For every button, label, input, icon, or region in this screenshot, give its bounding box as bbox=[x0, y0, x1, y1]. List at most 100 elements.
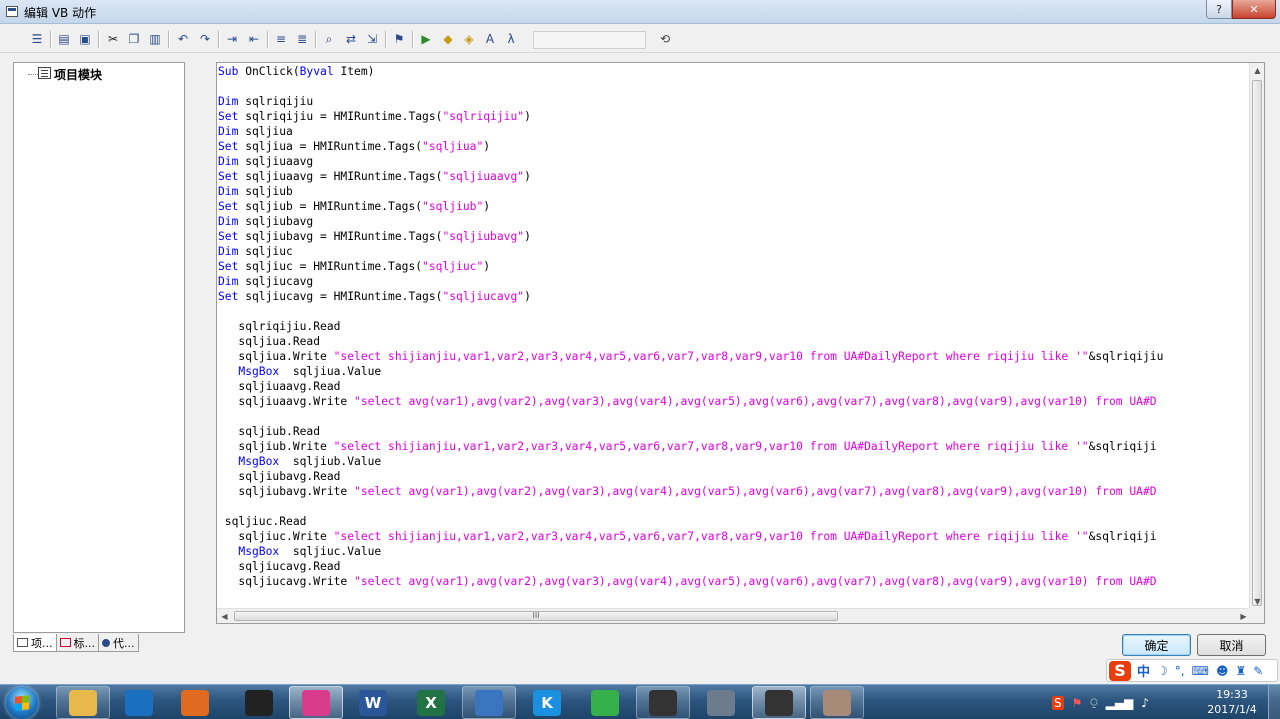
package-icon[interactable]: ◈ bbox=[460, 30, 478, 48]
code-line[interactable]: Sub OnClick(Byval Item) bbox=[218, 64, 1251, 79]
code-line[interactable]: Set sqljiub = HMIRuntime.Tags("sqljiub") bbox=[218, 199, 1251, 214]
tab-code[interactable]: 代... bbox=[99, 634, 139, 652]
code-line[interactable]: sqljiuc.Read bbox=[218, 514, 1251, 529]
code-line[interactable]: sqljiubavg.Write "select avg(var1),avg(v… bbox=[218, 484, 1251, 499]
code-line[interactable]: Set sqljiuc = HMIRuntime.Tags("sqljiuc") bbox=[218, 259, 1251, 274]
paste-icon[interactable]: ▥ bbox=[146, 30, 164, 48]
taskbar-app-wincc-2[interactable] bbox=[752, 686, 806, 719]
tab-tags[interactable]: 标... bbox=[56, 634, 99, 652]
taskbar-app-app-ring[interactable] bbox=[168, 686, 222, 719]
taskbar-app-app-plane[interactable] bbox=[694, 686, 748, 719]
code-line[interactable]: Dim sqljiua bbox=[218, 124, 1251, 139]
code-line[interactable]: Set sqljiuaavg = HMIRuntime.Tags("sqljiu… bbox=[218, 169, 1251, 184]
taskbar-app-kugou[interactable]: K bbox=[520, 686, 574, 719]
punctuation-icon[interactable]: °, bbox=[1175, 664, 1185, 678]
code-line[interactable]: Dim sqljiuc bbox=[218, 244, 1251, 259]
uncomment-icon[interactable]: ≣ bbox=[293, 30, 311, 48]
taskbar-app-word[interactable]: W bbox=[346, 686, 400, 719]
code-line[interactable]: sqljiuaavg.Write "select avg(var1),avg(v… bbox=[218, 394, 1251, 409]
user-icon[interactable]: ☻ bbox=[1216, 664, 1229, 678]
code-line[interactable] bbox=[218, 79, 1251, 94]
horizontal-scroll-thumb[interactable]: III bbox=[234, 611, 838, 621]
replace-icon[interactable]: ⇄ bbox=[342, 30, 360, 48]
indent-icon[interactable]: ☰ bbox=[28, 30, 46, 48]
decrease-indent-icon[interactable]: ⇤ bbox=[245, 30, 263, 48]
tab-project[interactable]: 项... bbox=[13, 634, 57, 652]
find-icon[interactable]: ⌕ bbox=[320, 30, 338, 48]
code-line[interactable]: sqljiub.Write "select shijianjiu,var1,va… bbox=[218, 439, 1251, 454]
taskbar-app-photo[interactable] bbox=[810, 686, 864, 719]
taskbar-app-app-refresh[interactable] bbox=[578, 686, 632, 719]
help-button[interactable]: ? bbox=[1206, 0, 1232, 19]
code-editor[interactable]: Sub OnClick(Byval Item) Dim sqlriqijiu Se… bbox=[216, 62, 1265, 624]
ok-button[interactable]: 确定 bbox=[1122, 634, 1191, 656]
code-line[interactable] bbox=[218, 304, 1251, 319]
code-line[interactable]: MsgBox sqljiub.Value bbox=[218, 454, 1251, 469]
taskbar-app-picasa[interactable] bbox=[289, 686, 343, 719]
code-line[interactable]: Set sqljiucavg = HMIRuntime.Tags("sqljiu… bbox=[218, 289, 1251, 304]
code-line[interactable]: Set sqljiua = HMIRuntime.Tags("sqljiua") bbox=[218, 139, 1251, 154]
taskbar-app-app-grid[interactable] bbox=[462, 686, 516, 719]
taskbar-app-network[interactable] bbox=[112, 686, 166, 719]
goto-icon[interactable]: ⇲ bbox=[363, 30, 381, 48]
code-line[interactable]: sqljiuaavg.Read bbox=[218, 379, 1251, 394]
function-icon[interactable]: λ bbox=[502, 30, 520, 48]
code-area[interactable]: Sub OnClick(Byval Item) Dim sqlriqijiu Se… bbox=[218, 64, 1251, 609]
skin-icon[interactable]: ♜ bbox=[1235, 664, 1246, 678]
print-icon[interactable]: ▤ bbox=[55, 30, 73, 48]
sogou-ime-logo[interactable]: S bbox=[1109, 660, 1131, 681]
code-line[interactable]: sqljiuc.Write "select shijianjiu,var1,va… bbox=[218, 529, 1251, 544]
code-line[interactable]: sqljiua.Read bbox=[218, 334, 1251, 349]
close-button[interactable]: ✕ bbox=[1232, 0, 1276, 19]
start-button[interactable] bbox=[6, 687, 38, 719]
help-icon[interactable]: ⟲ bbox=[656, 30, 674, 48]
code-line[interactable]: Dim sqljiub bbox=[218, 184, 1251, 199]
taskbar-app-excel[interactable]: X bbox=[404, 686, 458, 719]
code-line[interactable]: sqljiucavg.Write "select avg(var1),avg(v… bbox=[218, 574, 1251, 589]
code-line[interactable] bbox=[218, 409, 1251, 424]
object-icon[interactable]: ◆ bbox=[439, 30, 457, 48]
copy-icon[interactable]: ❐ bbox=[125, 30, 143, 48]
code-line[interactable]: Dim sqljiuaavg bbox=[218, 154, 1251, 169]
title-bar[interactable]: 编辑 VB 动作 ? ✕ bbox=[0, 0, 1280, 24]
scroll-left-icon[interactable]: ◀ bbox=[217, 609, 232, 623]
redo-icon[interactable]: ↷ bbox=[196, 30, 214, 48]
code-line[interactable]: sqljiucavg.Read bbox=[218, 559, 1251, 574]
undo-icon[interactable]: ↶ bbox=[174, 30, 192, 48]
code-line[interactable]: sqljiua.Write "select shijianjiu,var1,va… bbox=[218, 349, 1251, 364]
increase-indent-icon[interactable]: ⇥ bbox=[223, 30, 241, 48]
code-line[interactable]: sqljiubavg.Read bbox=[218, 469, 1251, 484]
code-line[interactable]: sqljiub.Read bbox=[218, 424, 1251, 439]
cut-icon[interactable]: ✂ bbox=[104, 30, 122, 48]
tree-item-project-modules[interactable]: 项目模块 bbox=[54, 66, 102, 83]
scroll-up-icon[interactable]: ▲ bbox=[1250, 63, 1264, 78]
code-line[interactable]: MsgBox sqljiua.Value bbox=[218, 364, 1251, 379]
code-line[interactable]: Dim sqljiubavg bbox=[218, 214, 1251, 229]
taskbar-app-qq[interactable] bbox=[232, 686, 286, 719]
horizontal-scrollbar[interactable]: ◀ III ▶ bbox=[217, 608, 1251, 623]
taskbar-app-wincc-1[interactable] bbox=[636, 686, 690, 719]
print-preview-icon[interactable]: ▣ bbox=[76, 30, 94, 48]
half-width-icon[interactable]: ☽ bbox=[1157, 664, 1168, 678]
code-line[interactable] bbox=[218, 499, 1251, 514]
code-line[interactable]: Dim sqljiucavg bbox=[218, 274, 1251, 289]
cancel-button[interactable]: 取消 bbox=[1197, 634, 1266, 656]
sogou-tray-icon[interactable]: S bbox=[1052, 695, 1064, 710]
taskbar-app-explorer[interactable] bbox=[56, 686, 110, 719]
bookmark-icon[interactable]: ⚑ bbox=[390, 30, 408, 48]
show-desktop-button[interactable] bbox=[1268, 685, 1280, 719]
keyboard-icon[interactable]: ⌨ bbox=[1192, 664, 1209, 678]
toolbar-search-field[interactable] bbox=[533, 31, 646, 49]
clock[interactable]: 19:33 2017/1/4 bbox=[1204, 687, 1260, 717]
code-line[interactable]: MsgBox sqljiuc.Value bbox=[218, 544, 1251, 559]
tools-icon[interactable]: ✎ bbox=[1253, 664, 1263, 678]
network-icon[interactable]: ▂▄▆ bbox=[1106, 696, 1134, 710]
volume-icon[interactable]: ♪ bbox=[1141, 696, 1149, 710]
tray-flag-icon[interactable]: ⚑ bbox=[1072, 696, 1083, 710]
vertical-scroll-thumb[interactable] bbox=[1252, 80, 1262, 606]
vertical-scrollbar[interactable]: ▲ ▼ bbox=[1249, 63, 1264, 609]
comment-icon[interactable]: ≡ bbox=[272, 30, 290, 48]
code-line[interactable]: sqlriqijiu.Read bbox=[218, 319, 1251, 334]
scroll-down-icon[interactable]: ▼ bbox=[1250, 594, 1264, 609]
font-icon[interactable]: A bbox=[481, 30, 499, 48]
